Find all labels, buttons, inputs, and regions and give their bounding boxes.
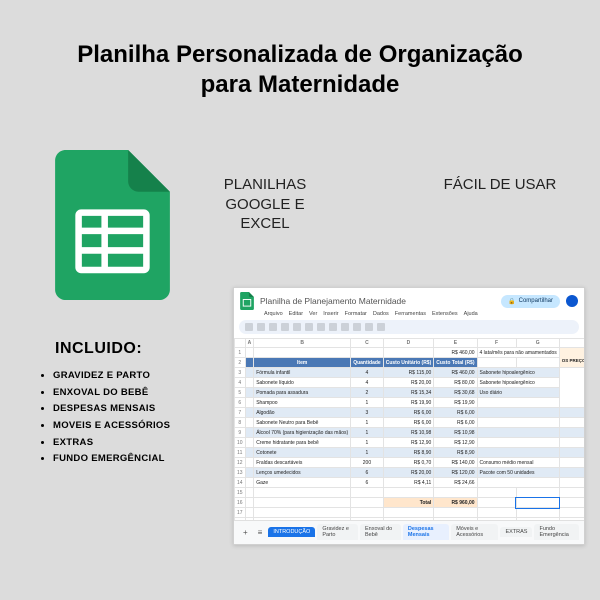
list-item: ENXOVAL DO BEBÊ (53, 385, 230, 402)
note-line2: OS PREÇOS INDICADOS SÃO APENAS UM EXEMPL… (562, 358, 584, 363)
tab-despesas[interactable]: Despesas Mensais (403, 524, 449, 540)
table-row: 3Fórmula infantil4R$ 115,00R$ 460,00Sabo… (235, 368, 585, 378)
spreadsheet-grid[interactable]: A B C D E F G H I 1 R$ 460,00 4 lata/mês… (234, 338, 584, 520)
menubar: Arquivo Editar Ver Inserir Formatar Dado… (234, 311, 584, 320)
list-item: EXTRAS (53, 435, 230, 452)
menu-item[interactable]: Ver (309, 311, 317, 317)
feature-planilhas: PLANILHAS GOOGLE E EXCEL (205, 175, 325, 234)
tab-gravidez[interactable]: Gravidez e Parto (317, 524, 358, 540)
list-item: FUNDO EMERGÊNCIAL (53, 451, 230, 468)
share-label: Compartilhar (519, 298, 553, 304)
list-item: GRAVIDEZ E PARTO (53, 368, 230, 385)
list-item: MOVEIS E ACESSÓRIOS (53, 418, 230, 435)
tab-enxoval[interactable]: Enxoval do Bebê (360, 524, 401, 540)
table-row: 6Shampoo1R$ 19,90R$ 19,90 (235, 398, 585, 408)
all-tabs-button[interactable]: ≡ (254, 528, 267, 537)
table-row: 14Gaze6R$ 4,11R$ 24,66 (235, 478, 585, 488)
menu-item[interactable]: Ajuda (464, 311, 478, 317)
sheet-tabs: + ≡ INTRODUÇÃO Gravidez e Parto Enxoval … (234, 520, 584, 544)
table-row: 7Algodão3R$ 6,00R$ 6,00 (235, 408, 585, 418)
features-row: PLANILHAS GOOGLE E EXCEL FÁCIL DE USAR (205, 175, 560, 234)
feature-facil: FÁCIL DE USAR (440, 175, 560, 234)
table-row: 10Creme hidratante para bebê1R$ 12,90R$ … (235, 438, 585, 448)
menu-item[interactable]: Inserir (323, 311, 338, 317)
tab-moveis[interactable]: Móveis e Acessórios (451, 524, 498, 540)
included-list: GRAVIDEZ E PARTO ENXOVAL DO BEBÊ DESPESA… (35, 368, 230, 468)
doc-title: Planilha de Planejamento Maternidade (260, 296, 406, 306)
tab-introducao[interactable]: INTRODUÇÃO (268, 527, 315, 537)
table-row: 9Álcool 70% (para higienização das mãos)… (235, 428, 585, 438)
tab-extras[interactable]: EXTRAS (500, 527, 532, 537)
menu-item[interactable]: Arquivo (264, 311, 283, 317)
included-heading: INCLUIDO: (55, 340, 230, 358)
table-row: 4Sabonete líquido4R$ 20,00R$ 80,00Sabone… (235, 378, 585, 388)
table-row: 11Cotonete1R$ 8,90R$ 8,90 (235, 448, 585, 458)
lock-icon: 🔒 (508, 298, 515, 305)
google-sheets-icon (240, 292, 254, 310)
menu-item[interactable]: Ferramentas (395, 311, 426, 317)
menu-item[interactable]: Extensões (432, 311, 458, 317)
menu-item[interactable]: Dados (373, 311, 389, 317)
tab-fundo[interactable]: Fundo Emergência (534, 524, 579, 540)
share-button[interactable]: 🔒 Compartilhar (501, 295, 560, 308)
page-title: Planilha Personalizada de Organização pa… (60, 40, 540, 100)
google-sheets-icon (55, 150, 170, 300)
sheet-titlebar: Planilha de Planejamento Maternidade 🔒 C… (234, 288, 584, 311)
list-item: DESPESAS MENSAIS (53, 401, 230, 418)
toolbar (239, 320, 579, 334)
table-row: 5Pomada para assadura2R$ 15,34R$ 30,68Us… (235, 388, 585, 398)
included-section: INCLUIDO: GRAVIDEZ E PARTO ENXOVAL DO BE… (35, 340, 230, 468)
add-tab-button[interactable]: + (239, 528, 252, 537)
avatar[interactable] (566, 295, 578, 307)
spreadsheet-window: Planilha de Planejamento Maternidade 🔒 C… (233, 287, 585, 545)
table-row: 8Sabonete Neutro para Bebê1R$ 6,00R$ 6,0… (235, 418, 585, 428)
menu-item[interactable]: Formatar (345, 311, 367, 317)
menu-item[interactable]: Editar (289, 311, 303, 317)
table-row: 13Lenços umedecidos6R$ 20,00R$ 120,00Pac… (235, 468, 585, 478)
table-row: 12Fraldas descartáveis200R$ 0,70R$ 140,0… (235, 458, 585, 468)
